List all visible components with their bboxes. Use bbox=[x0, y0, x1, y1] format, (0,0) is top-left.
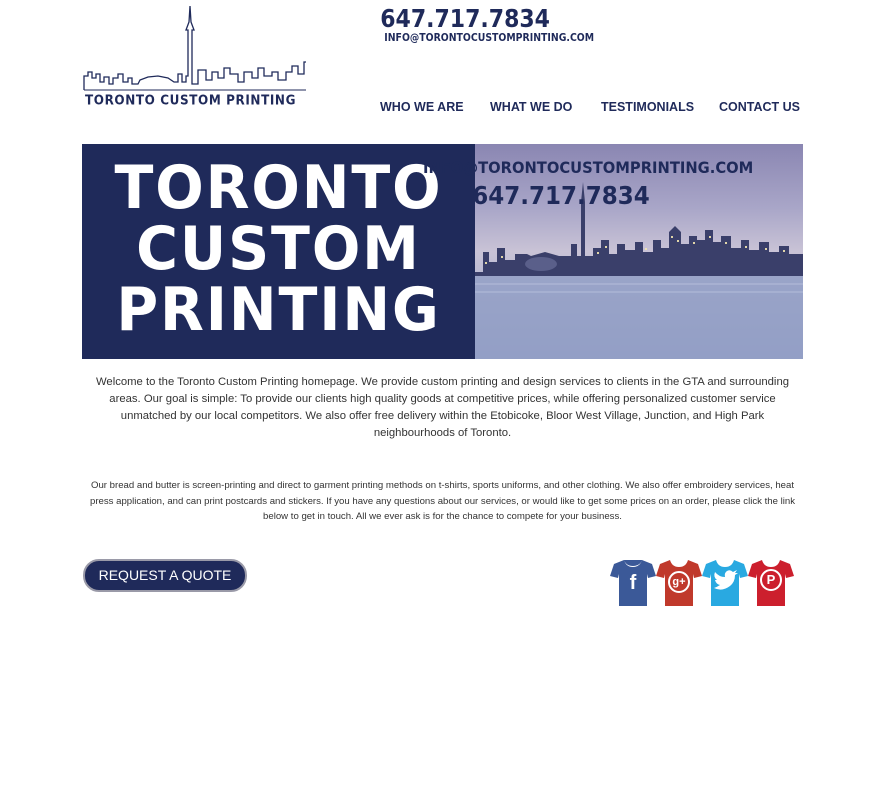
hero-title-line-2: CUSTOM bbox=[136, 214, 421, 284]
hero-title-line-3: PRINTING bbox=[116, 275, 441, 345]
site-logo[interactable]: TORONTO CUSTOM PRINTING bbox=[82, 2, 308, 110]
pinterest-glyph: P bbox=[766, 572, 776, 587]
nav-item-contact-us[interactable]: CONTACT US bbox=[719, 100, 800, 114]
hero-email: INFO@TORONTOCUSTOMPRINTING.COM bbox=[423, 158, 754, 177]
twitter-link[interactable] bbox=[702, 558, 748, 608]
facebook-glyph: f bbox=[629, 572, 637, 594]
header-email[interactable]: INFO@TORONTOCUSTOMPRINTING.COM bbox=[384, 31, 594, 44]
pinterest-link[interactable]: P bbox=[748, 558, 794, 608]
request-quote-button[interactable]: REQUEST A QUOTE bbox=[83, 559, 247, 592]
hero-title-panel: TORONTO CUSTOM PRINTING bbox=[82, 144, 475, 359]
facebook-link[interactable]: f bbox=[610, 558, 656, 608]
nav-item-testimonials[interactable]: TESTIMONIALS bbox=[601, 100, 694, 114]
nav-item-who-we-are[interactable]: WHO WE ARE bbox=[380, 100, 464, 114]
hero-title: TORONTO CUSTOM PRINTING bbox=[92, 158, 465, 341]
main-nav: WHO WE ARE WHAT WE DO TESTIMONIALS CONTA… bbox=[0, 100, 890, 116]
header-phone[interactable]: 647.717.7834 bbox=[379, 4, 550, 33]
toronto-skyline-icon bbox=[83, 5, 306, 91]
intro-paragraph: Welcome to the Toronto Custom Printing h… bbox=[95, 376, 790, 439]
twitter-tshirt-icon bbox=[702, 560, 748, 606]
googleplus-link[interactable]: g+ bbox=[656, 558, 702, 608]
googleplus-glyph: g+ bbox=[672, 576, 686, 588]
nav-item-what-we-do[interactable]: WHAT WE DO bbox=[490, 100, 572, 114]
hero-title-line-1: TORONTO bbox=[114, 153, 443, 223]
hero-phone: 647.717.7834 bbox=[472, 181, 650, 210]
services-paragraph: Our bread and butter is screen-printing … bbox=[90, 480, 795, 522]
